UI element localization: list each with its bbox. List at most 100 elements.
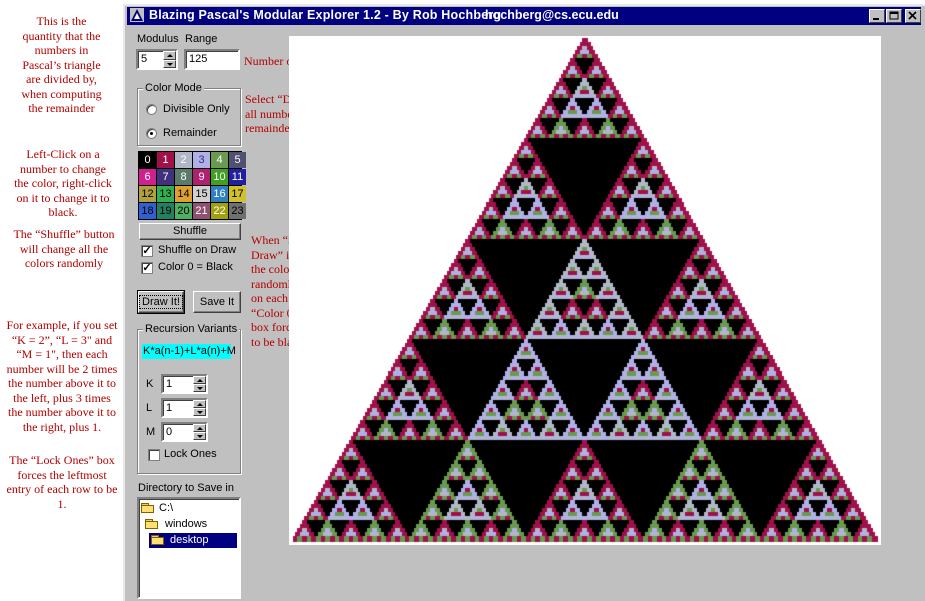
palette-color-6[interactable]: 6 xyxy=(139,169,156,185)
k-value: 1 xyxy=(166,378,173,390)
palette-color-21[interactable]: 21 xyxy=(193,203,210,219)
color-mode-label: Color Mode xyxy=(143,82,204,94)
draw-it-button[interactable]: Draw It! xyxy=(137,290,185,314)
remainder-label[interactable]: Remainder xyxy=(163,127,217,139)
note-line: quantity that the xyxy=(22,28,101,43)
radio-remainder[interactable] xyxy=(146,128,157,139)
spin-up-icon[interactable] xyxy=(193,376,206,384)
range-value: 125 xyxy=(189,53,208,65)
directory-tree[interactable]: C:\ windows desktop xyxy=(137,497,241,599)
note-recursion-example: For example, if you set “K = 2”, “L = 3" … xyxy=(0,318,124,434)
note-shuffle-button: The “Shuffle” button will change all the c… xyxy=(4,227,124,271)
palette-color-8[interactable]: 8 xyxy=(175,169,192,185)
note-line: the remainder xyxy=(28,101,95,115)
lock-ones-label[interactable]: Lock Ones xyxy=(164,448,217,460)
m-label: M xyxy=(146,426,156,438)
spin-down-icon[interactable] xyxy=(193,408,206,416)
tree-item-label: C:\ xyxy=(159,502,174,514)
note-line: For example, if you set xyxy=(6,318,118,332)
minimize-button[interactable] xyxy=(869,9,885,23)
l-spinner[interactable] xyxy=(193,400,206,416)
note-line: the right, plus 1. xyxy=(22,419,102,434)
maximize-button[interactable] xyxy=(886,9,902,23)
pascal-triangle-image[interactable] xyxy=(289,36,881,545)
palette-color-0[interactable]: 0 xyxy=(139,152,156,168)
spin-down-icon[interactable] xyxy=(193,384,206,392)
k-spinner[interactable] xyxy=(193,376,206,392)
palette-color-13[interactable]: 13 xyxy=(157,186,174,202)
l-stepper[interactable]: 1 xyxy=(161,398,208,418)
lock-ones-checkbox[interactable] xyxy=(148,449,160,461)
palette-color-4[interactable]: 4 xyxy=(211,152,228,168)
color0-black-label[interactable]: Color 0 = Black xyxy=(158,261,233,273)
note-line: entry of each row to be xyxy=(6,482,118,496)
divisible-only-label[interactable]: Divisible Only xyxy=(163,103,230,115)
palette-color-22[interactable]: 22 xyxy=(211,203,228,219)
note-line: “K = 2”, “L = 3" and xyxy=(11,332,113,347)
tree-item-desktop[interactable]: desktop xyxy=(149,533,237,548)
color0-black-checkbox[interactable]: ✓ xyxy=(141,262,153,274)
spin-up-icon[interactable] xyxy=(193,424,206,432)
palette-color-19[interactable]: 19 xyxy=(157,203,174,219)
pascal-triangle-canvas[interactable] xyxy=(289,36,881,545)
modulus-value: 5 xyxy=(141,53,148,65)
spin-down-icon[interactable] xyxy=(163,59,176,68)
palette-color-5[interactable]: 5 xyxy=(229,152,246,168)
palette-color-15[interactable]: 15 xyxy=(193,186,210,202)
palette-color-18[interactable]: 18 xyxy=(139,203,156,219)
palette-color-23[interactable]: 23 xyxy=(229,203,246,219)
tree-item-label: windows xyxy=(165,518,208,530)
note-line: forces the leftmost xyxy=(17,467,107,482)
note-modulus: This is the quantity that the numbers in Pa… xyxy=(4,14,119,116)
note-line: the number above it to xyxy=(8,376,116,390)
palette-color-17[interactable]: 17 xyxy=(229,186,246,202)
palette-color-12[interactable]: 12 xyxy=(139,186,156,202)
palette-color-10[interactable]: 10 xyxy=(211,169,228,185)
note-line: The “Shuffle” button xyxy=(13,227,115,241)
palette-color-9[interactable]: 9 xyxy=(193,169,210,185)
palette-color-11[interactable]: 11 xyxy=(229,169,246,185)
spin-up-icon[interactable] xyxy=(193,400,206,408)
shuffle-on-draw-label[interactable]: Shuffle on Draw xyxy=(158,244,236,256)
shuffle-on-draw-checkbox[interactable]: ✓ xyxy=(141,245,153,257)
m-value: 0 xyxy=(166,426,173,438)
note-line: when computing xyxy=(21,86,102,101)
modulus-label: Modulus xyxy=(137,33,179,45)
note-line: on it to change it to xyxy=(16,190,110,205)
m-stepper[interactable]: 0 xyxy=(161,422,208,442)
app-icon xyxy=(130,8,144,22)
save-it-button[interactable]: Save It xyxy=(193,291,241,313)
palette-color-16[interactable]: 16 xyxy=(211,186,228,202)
k-stepper[interactable]: 1 xyxy=(161,374,208,394)
maximize-icon xyxy=(889,11,899,20)
close-button[interactable] xyxy=(905,9,921,23)
modulus-spinner[interactable] xyxy=(163,51,176,68)
modulus-stepper[interactable]: 5 xyxy=(136,49,178,70)
note-line: colors randomly xyxy=(24,256,104,270)
note-line: 1. xyxy=(57,496,67,511)
radio-divisible-only[interactable] xyxy=(146,104,157,115)
palette-color-3[interactable]: 3 xyxy=(193,152,210,168)
range-input[interactable]: 125 xyxy=(184,49,240,70)
folder-open-icon xyxy=(141,503,154,513)
shuffle-button[interactable]: Shuffle xyxy=(139,223,241,240)
l-label: L xyxy=(146,402,153,414)
palette-color-7[interactable]: 7 xyxy=(157,169,174,185)
k-label: K xyxy=(146,378,154,390)
note-line: “M = 1", then each xyxy=(16,347,108,361)
note-line: black. xyxy=(48,205,78,219)
recursion-label: Recursion Variants xyxy=(143,323,240,335)
spin-down-icon[interactable] xyxy=(193,432,206,440)
range-label: Range xyxy=(185,33,218,45)
spin-up-icon[interactable] xyxy=(163,51,176,60)
close-icon xyxy=(908,11,917,20)
palette-color-14[interactable]: 14 xyxy=(175,186,192,202)
app-window: Blazing Pascal's Modular Explorer 1.2 - … xyxy=(123,4,925,601)
palette-color-1[interactable]: 1 xyxy=(157,152,174,168)
m-spinner[interactable] xyxy=(193,424,206,440)
palette-color-2[interactable]: 2 xyxy=(175,152,192,168)
palette-color-20[interactable]: 20 xyxy=(175,203,192,219)
l-value: 1 xyxy=(166,402,173,414)
title-bar[interactable]: Blazing Pascal's Modular Explorer 1.2 - … xyxy=(127,7,921,25)
note-line: numbers in xyxy=(34,43,89,57)
